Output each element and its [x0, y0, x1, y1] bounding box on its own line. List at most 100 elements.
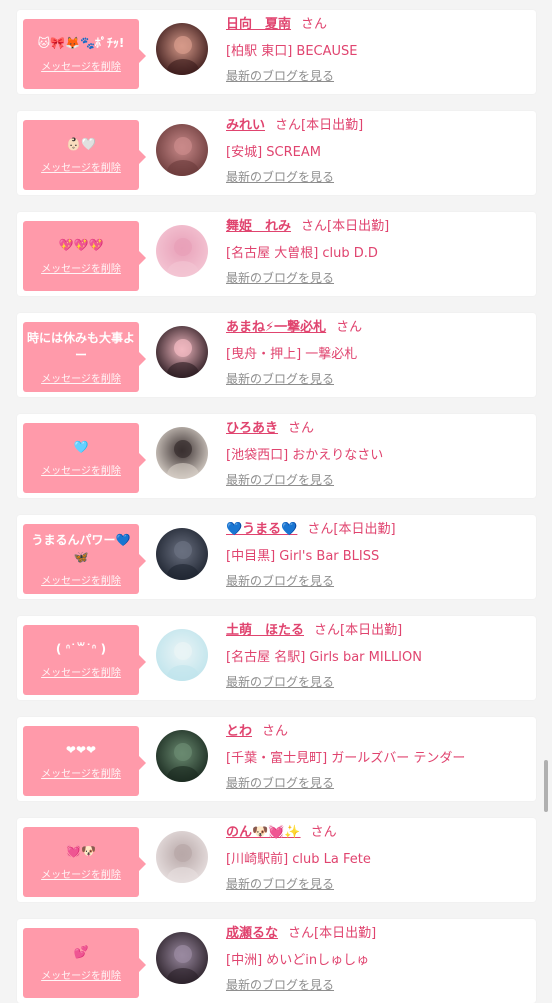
message-bubble: 💖💖💖 メッセージを削除 [23, 221, 146, 291]
message-bubble: 💓🐶 メッセージを削除 [23, 827, 146, 897]
latest-blog-link[interactable]: 最新のブログを見る [226, 572, 334, 589]
shop-label: [名古屋 大曽根] club D.D [226, 246, 378, 261]
message-card: 💕 メッセージを削除 成瀬るな さん[本日出勤] [中洲] めいどinしゅしゅ 最… [17, 919, 536, 1003]
latest-blog-link[interactable]: 最新のブログを見る [226, 269, 334, 286]
honorific: さん [314, 623, 341, 638]
honorific: さん [307, 522, 334, 537]
message-text: 時には休みも大事よー [27, 330, 136, 362]
shop-label: [千葉・富士見町] ガールズバー テンダー [226, 751, 466, 766]
cast-name-link[interactable]: 日向 夏南 [226, 17, 291, 32]
message-text: うまるんパワー💙🦋 [31, 532, 131, 564]
avatar[interactable] [156, 730, 208, 782]
message-card: 🐱🎀🦊🐾ﾎﾟﾁｯ! メッセージを削除 日向 夏南 さん [柏駅 東口] BECAU… [17, 10, 536, 94]
delete-message-link[interactable]: メッセージを削除 [41, 572, 121, 587]
avatar[interactable] [156, 225, 208, 277]
delete-message-link[interactable]: メッセージを削除 [41, 664, 121, 679]
message-text: 👶🏻🤍 [66, 137, 96, 151]
message-bubble: 👶🏻🤍 メッセージを削除 [23, 120, 146, 190]
cast-info: ひろあき さん [池袋西口] おかえりなさい 最新のブログを見る [226, 420, 526, 488]
delete-message-link[interactable]: メッセージを削除 [41, 260, 121, 275]
cast-info: 土萌 ほたる さん[本日出勤] [名古屋 名駅] Girls bar MILLIO… [226, 622, 526, 690]
shop-label: [柏駅 東口] BECAUSE [226, 44, 358, 59]
message-bubble: 🐱🎀🦊🐾ﾎﾟﾁｯ! メッセージを削除 [23, 19, 146, 89]
latest-blog-link[interactable]: 最新のブログを見る [226, 168, 334, 185]
avatar[interactable] [156, 326, 208, 378]
shop-label: [中目黒] Girl's Bar BLISS [226, 549, 380, 564]
delete-message-link[interactable]: メッセージを削除 [41, 967, 121, 982]
shop-label: [中洲] めいどinしゅしゅ [226, 953, 370, 968]
message-bubble: うまるんパワー💙🦋 メッセージを削除 [23, 524, 146, 594]
avatar[interactable] [156, 629, 208, 681]
latest-blog-link[interactable]: 最新のブログを見る [226, 67, 334, 84]
latest-blog-link[interactable]: 最新のブログを見る [226, 774, 334, 791]
delete-message-link[interactable]: メッセージを削除 [41, 159, 121, 174]
shop-label: [川崎駅前] club La Fete [226, 852, 371, 867]
message-text: ❤❤❤ [65, 743, 97, 757]
avatar[interactable] [156, 528, 208, 580]
delete-message-link[interactable]: メッセージを削除 [41, 370, 121, 385]
message-card: うまるんパワー💙🦋 メッセージを削除 💙うまる💙 さん[本日出勤] [中目黒] G… [17, 515, 536, 599]
message-bubble: 🩵 メッセージを削除 [23, 423, 146, 493]
message-text: 💖💖💖 [58, 238, 104, 252]
cast-info: とわ さん [千葉・富士見町] ガールズバー テンダー 最新のブログを見る [226, 723, 526, 791]
today-working-badge: [本日出勤] [301, 118, 364, 133]
message-text: 💓🐶 [66, 844, 96, 858]
message-text: 🩵 [73, 440, 89, 454]
today-working-badge: [本日出勤] [340, 623, 403, 638]
cast-info: 舞姫 れみ さん[本日出勤] [名古屋 大曽根] club D.D 最新のブログを… [226, 218, 526, 286]
shop-label: [名古屋 名駅] Girls bar MILLION [226, 650, 422, 665]
message-card: 👶🏻🤍 メッセージを削除 みれい さん[本日出勤] [安城] SCREAM 最新の… [17, 111, 536, 195]
delete-message-link[interactable]: メッセージを削除 [41, 765, 121, 780]
message-bubble: ❤❤❤ メッセージを削除 [23, 726, 146, 796]
today-working-badge: [本日出勤] [327, 219, 390, 234]
cast-name-link[interactable]: 💙うまる💙 [226, 522, 297, 537]
cast-name-link[interactable]: とわ [226, 724, 252, 739]
honorific: さん [262, 724, 289, 739]
message-text: 💕 [73, 945, 89, 959]
message-card: 🩵 メッセージを削除 ひろあき さん [池袋西口] おかえりなさい 最新のブログを… [17, 414, 536, 498]
avatar[interactable] [156, 427, 208, 479]
delete-message-link[interactable]: メッセージを削除 [41, 866, 121, 881]
today-working-badge: [本日出勤] [333, 522, 396, 537]
honorific: さん [336, 320, 363, 335]
message-card: ❤❤❤ メッセージを削除 とわ さん [千葉・富士見町] ガールズバー テンダー … [17, 717, 536, 801]
avatar[interactable] [156, 831, 208, 883]
honorific: さん [288, 421, 315, 436]
latest-blog-link[interactable]: 最新のブログを見る [226, 673, 334, 690]
cast-name-link[interactable]: みれい [226, 118, 265, 133]
cast-name-link[interactable]: ひろあき [226, 421, 278, 436]
delete-message-link[interactable]: メッセージを削除 [41, 462, 121, 477]
shop-label: [曳舟・押上] 一撃必札 [226, 347, 358, 362]
today-working-badge: [本日出勤] [314, 926, 377, 941]
message-card: 時には休みも大事よー メッセージを削除 あまね⚡一撃必札 さん [曳舟・押上] 一… [17, 313, 536, 397]
cast-name-link[interactable]: 土萌 ほたる [226, 623, 304, 638]
cast-name-link[interactable]: 成瀬るな [226, 926, 278, 941]
cast-name-link[interactable]: 舞姫 れみ [226, 219, 291, 234]
cast-name-link[interactable]: のん🐶💓✨ [226, 825, 301, 840]
latest-blog-link[interactable]: 最新のブログを見る [226, 370, 334, 387]
cast-info: あまね⚡一撃必札 さん [曳舟・押上] 一撃必札 最新のブログを見る [226, 319, 526, 387]
shop-label: [安城] SCREAM [226, 145, 321, 160]
latest-blog-link[interactable]: 最新のブログを見る [226, 471, 334, 488]
honorific: さん [301, 17, 328, 32]
cast-info: みれい さん[本日出勤] [安城] SCREAM 最新のブログを見る [226, 117, 526, 185]
latest-blog-link[interactable]: 最新のブログを見る [226, 875, 334, 892]
message-card: 💖💖💖 メッセージを削除 舞姫 れみ さん[本日出勤] [名古屋 大曽根] clu… [17, 212, 536, 296]
message-bubble: 💕 メッセージを削除 [23, 928, 146, 998]
message-text: 🐱🎀🦊🐾ﾎﾟﾁｯ! [37, 36, 125, 50]
avatar[interactable] [156, 23, 208, 75]
message-text: ( ᐢ˙꒳˙ᐢ ) [55, 642, 107, 656]
scrollbar[interactable] [544, 760, 548, 812]
avatar[interactable] [156, 124, 208, 176]
honorific: さん [275, 118, 302, 133]
delete-message-link[interactable]: メッセージを削除 [41, 58, 121, 73]
cast-info: のん🐶💓✨ さん [川崎駅前] club La Fete 最新のブログを見る [226, 824, 526, 892]
shop-label: [池袋西口] おかえりなさい [226, 448, 384, 463]
avatar[interactable] [156, 932, 208, 984]
honorific: さん [310, 825, 337, 840]
honorific: さん [288, 926, 315, 941]
message-bubble: ( ᐢ˙꒳˙ᐢ ) メッセージを削除 [23, 625, 146, 695]
cast-name-link[interactable]: あまね⚡一撃必札 [226, 320, 326, 335]
latest-blog-link[interactable]: 最新のブログを見る [226, 976, 334, 993]
message-card: 💓🐶 メッセージを削除 のん🐶💓✨ さん [川崎駅前] club La Fete … [17, 818, 536, 902]
